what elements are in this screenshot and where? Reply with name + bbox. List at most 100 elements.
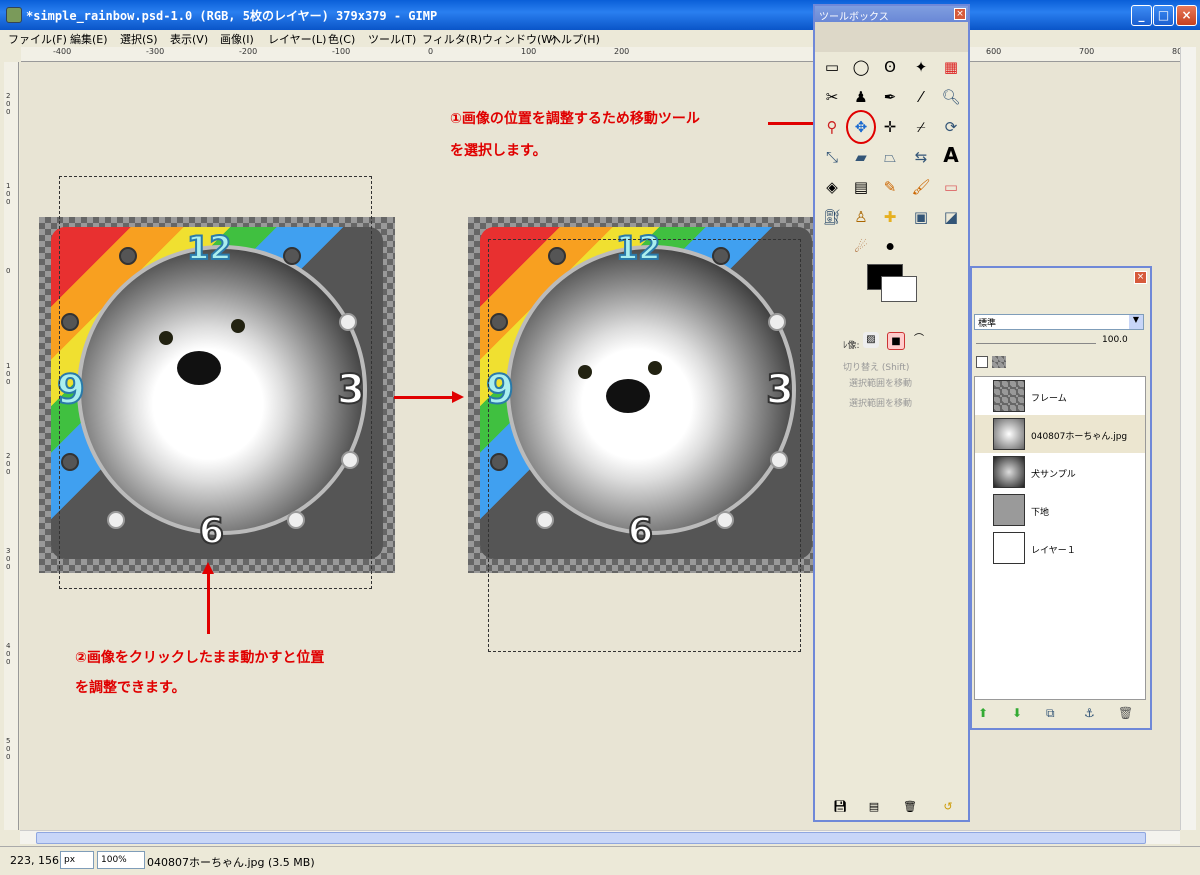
move-path-option-icon[interactable]: ⌒ xyxy=(911,332,927,348)
perspective-tool-icon[interactable]: ⏢ xyxy=(879,146,901,168)
close-button[interactable]: × xyxy=(1176,5,1197,26)
rect-select-tool-icon[interactable]: ▭ xyxy=(821,56,843,78)
move-tool-icon[interactable]: ✥ xyxy=(846,110,876,144)
layer-thumbnail xyxy=(993,532,1025,564)
layer-name: レイヤー１ xyxy=(1031,546,1076,556)
maximize-button[interactable]: □ xyxy=(1153,5,1174,26)
unit-select[interactable]: px xyxy=(60,851,94,869)
menu-filters[interactable]: フィルタ(R) xyxy=(422,31,482,47)
smudge-tool-icon[interactable]: ☄ xyxy=(850,236,872,258)
raise-layer-icon[interactable]: ⬆ xyxy=(978,706,988,720)
gimp-app-icon[interactable] xyxy=(6,7,22,23)
free-select-tool-icon[interactable]: ʘ xyxy=(879,56,901,78)
menu-windows[interactable]: ウィンドウ(W) xyxy=(482,31,556,47)
rotate-tool-icon[interactable]: ⟳ xyxy=(940,116,962,138)
move-layer-option-icon[interactable]: ▨ xyxy=(863,332,879,348)
lock-pixels-checkbox[interactable] xyxy=(976,356,988,368)
color-picker-tool-icon[interactable]: ⁄ xyxy=(910,86,932,108)
dodge-burn-tool-icon[interactable]: ⚫︎ xyxy=(879,236,901,258)
menu-layer[interactable]: レイヤー(L) xyxy=(268,31,326,47)
layer-row[interactable]: 犬サンプル xyxy=(975,453,1145,491)
layer-row[interactable]: レイヤー１ xyxy=(975,529,1145,567)
horizontal-scrollbar[interactable] xyxy=(20,830,1180,844)
ellipse-select-tool-icon[interactable]: ◯ xyxy=(850,56,872,78)
paintbrush-tool-icon[interactable]: 🖌︎ xyxy=(910,176,932,198)
foreground-select-tool-icon[interactable]: ♟ xyxy=(850,86,872,108)
horizontal-ruler[interactable]: -400 -300 -200 -100 0 100 200 600 700 80… xyxy=(21,47,1180,62)
layers-close-button[interactable]: × xyxy=(1134,271,1147,284)
status-bar: 223, 156 px 100% 040807ホーちゃん.jpg (3.5 MB… xyxy=(0,846,1200,875)
vertical-ruler[interactable]: 200 100 0 100 200 300 400 500 xyxy=(4,62,19,830)
zoom-tool-icon[interactable]: 🔍︎ xyxy=(940,86,962,108)
fuzzy-select-tool-icon[interactable]: ✦ xyxy=(910,56,932,78)
toolbox-title: ツールボックス xyxy=(815,6,968,23)
layer-row[interactable]: 下地 xyxy=(975,491,1145,529)
toggle-shift-label: 切り替え (Shift) xyxy=(843,363,910,373)
minimize-button[interactable]: _ xyxy=(1131,5,1152,26)
move-selection-option-icon[interactable]: ■ xyxy=(887,332,905,350)
delete-layer-icon[interactable]: 🗑︎ xyxy=(1118,706,1133,720)
menu-help[interactable]: ヘルプ(H) xyxy=(550,31,600,47)
measure-tool-icon[interactable]: ⚲ xyxy=(821,116,843,138)
move-selection-option-1[interactable]: 選択範囲を移動 xyxy=(849,376,912,389)
menu-edit[interactable]: 編集(E) xyxy=(70,31,108,47)
paths-tool-icon[interactable]: ✒ xyxy=(879,86,901,108)
align-tool-icon[interactable]: ✛ xyxy=(879,116,901,138)
scissors-tool-icon[interactable]: ✂ xyxy=(821,86,843,108)
menu-file[interactable]: ファイル(F) xyxy=(8,31,67,47)
file-info: 040807ホーちゃん.jpg (3.5 MB) xyxy=(147,856,315,869)
layer-mode-select[interactable]: 標準 ▼ xyxy=(974,314,1144,330)
blend-tool-icon[interactable]: ▤ xyxy=(850,176,872,198)
menu-tools[interactable]: ツール(T) xyxy=(368,31,416,47)
perspective-clone-tool-icon[interactable]: ◪ xyxy=(940,206,962,228)
background-color-swatch[interactable] xyxy=(881,276,917,302)
wilber-drop-area xyxy=(815,22,968,52)
opacity-slider[interactable] xyxy=(976,343,1096,344)
layer-name: 040807ホーちゃん.jpg xyxy=(1031,432,1128,442)
delete-options-icon[interactable]: 🗑︎ xyxy=(899,796,921,818)
heal-tool-icon[interactable]: ▣ xyxy=(910,206,932,228)
menu-image[interactable]: 画像(I) xyxy=(220,31,254,47)
toolbox-close-button[interactable]: × xyxy=(954,8,966,20)
flip-tool-icon[interactable]: ⇆ xyxy=(910,146,932,168)
anchor-layer-icon[interactable]: ⚓︎ xyxy=(1084,706,1095,720)
move-selection-option-2[interactable]: 選択範囲を移動 xyxy=(849,396,912,409)
annotation-step2-line2: を調整できます。 xyxy=(75,680,186,696)
arrow-up-to-image-head xyxy=(202,562,214,574)
lower-layer-icon[interactable]: ⬇ xyxy=(1012,706,1022,720)
arrow-before-to-after xyxy=(394,396,454,399)
color-select-tool-icon[interactable]: ▦ xyxy=(940,56,962,78)
text-tool-icon[interactable]: A xyxy=(940,144,962,166)
layer-mode-value: 標準 xyxy=(978,319,997,329)
chevron-down-icon[interactable]: ▼ xyxy=(1129,315,1143,329)
airbrush-tool-icon[interactable]: ⛽︎ xyxy=(821,206,843,228)
eraser-tool-icon[interactable]: ▭ xyxy=(940,176,962,198)
save-options-icon[interactable]: 💾︎ xyxy=(829,796,851,818)
tool-option-label: ﾚ像: xyxy=(843,341,860,351)
layer-list[interactable]: フレーム 040807ホーちゃん.jpg 犬サンプル 下地 レイヤー１ xyxy=(974,376,1146,700)
lock-alpha-icon[interactable] xyxy=(992,356,1006,368)
layer-row[interactable]: フレーム xyxy=(975,377,1145,415)
vertical-scrollbar[interactable] xyxy=(1180,47,1196,830)
clone-tool-icon[interactable]: ✚ xyxy=(879,206,901,228)
zoom-select[interactable]: 100% xyxy=(97,851,145,869)
duplicate-layer-icon[interactable]: ⧉ xyxy=(1046,706,1055,721)
ink-tool-icon[interactable]: ♙ xyxy=(850,206,872,228)
reset-options-icon[interactable]: ↺ xyxy=(937,796,959,818)
menu-colors[interactable]: 色(C) xyxy=(328,31,355,47)
layer-boundary-after xyxy=(488,239,801,652)
menu-view[interactable]: 表示(V) xyxy=(170,31,208,47)
layer-row-selected[interactable]: 040807ホーちゃん.jpg xyxy=(975,415,1145,453)
layer-name: 下地 xyxy=(1031,508,1050,518)
layer-thumbnail xyxy=(993,494,1025,526)
annotation-step1-line2: を選択します。 xyxy=(450,143,547,159)
restore-options-icon[interactable]: ▤ xyxy=(863,796,885,818)
opacity-value[interactable]: 100.0 xyxy=(1102,335,1128,345)
scale-tool-icon[interactable]: ⤡ xyxy=(821,146,843,168)
pencil-tool-icon[interactable]: ✎ xyxy=(879,176,901,198)
menu-select[interactable]: 選択(S) xyxy=(120,31,158,47)
crop-tool-icon[interactable]: ⌿ xyxy=(910,116,932,138)
layers-dock: × 標準 ▼ 100.0 フレーム 040807ホーちゃん.jpg 犬サンプル … xyxy=(970,266,1152,730)
shear-tool-icon[interactable]: ▰ xyxy=(850,146,872,168)
bucket-fill-tool-icon[interactable]: ◈ xyxy=(821,176,843,198)
